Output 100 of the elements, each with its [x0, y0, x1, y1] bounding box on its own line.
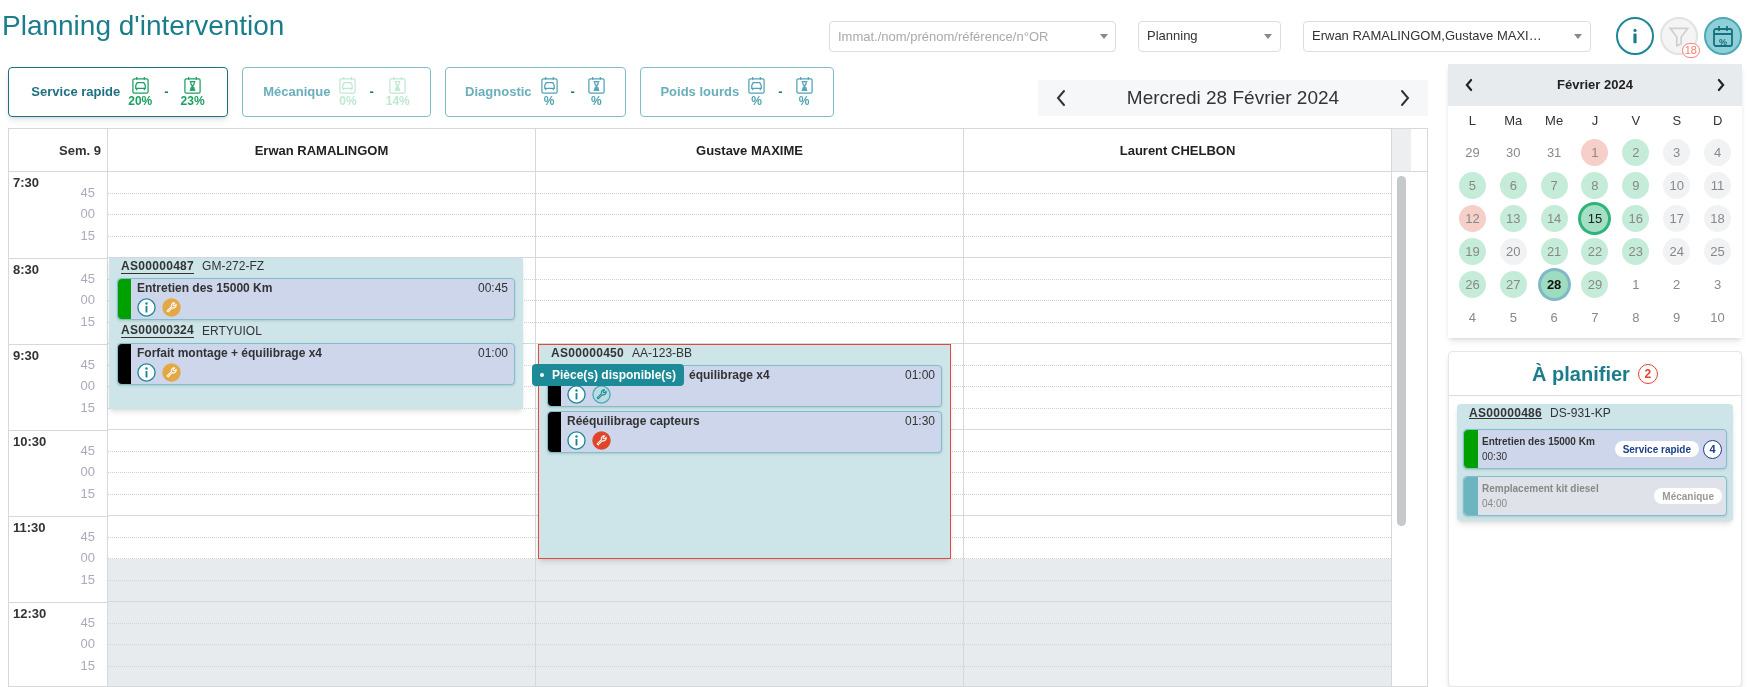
wrench-icon[interactable]: [592, 385, 611, 404]
calendar-day[interactable]: 20: [1499, 238, 1527, 265]
percentage-value: %: [798, 95, 810, 108]
license-plate: DS-931-KP: [1550, 405, 1611, 422]
calendar-day[interactable]: 25: [1704, 238, 1732, 265]
current-date: Mercredi 28 Février 2024: [1126, 85, 1340, 110]
filter-count-badge: 18: [1681, 43, 1700, 58]
order-link[interactable]: AS00000486: [1469, 404, 1543, 422]
calendar-day[interactable]: 27: [1499, 271, 1527, 298]
minute-label: 15: [80, 486, 95, 501]
car-calendar-icon: [539, 76, 559, 95]
calendar-day[interactable]: 31: [1540, 139, 1568, 166]
hourglass-calendar-icon: [586, 76, 606, 95]
percentage-value: %: [543, 95, 555, 108]
calendar-day[interactable]: 1: [1622, 271, 1650, 298]
info-icon[interactable]: [137, 362, 156, 382]
info-icon[interactable]: [137, 298, 156, 317]
task-title: Remplacement kit diesel: [1482, 482, 1600, 496]
hourglass-calendar-icon: [388, 76, 408, 95]
info-button[interactable]: [1616, 17, 1654, 55]
weekday-label: L: [1468, 112, 1477, 131]
calendar-day[interactable]: 9: [1622, 172, 1650, 199]
search-field[interactable]: Immat./nom/prénom/référence/n°OR: [829, 20, 1116, 52]
task-card[interactable]: Entretien des 15000 Km 00:30 Service rapide 4: [1463, 429, 1727, 469]
calendar-day[interactable]: 15: [1581, 205, 1609, 232]
calendar-day[interactable]: 26: [1458, 271, 1486, 298]
info-icon[interactable]: [567, 431, 586, 450]
calendar-day[interactable]: 7: [1581, 304, 1609, 331]
calendar-day[interactable]: 8: [1581, 172, 1609, 199]
calendar-day[interactable]: 3: [1663, 139, 1691, 166]
order-link[interactable]: AS00000487: [121, 258, 195, 274]
scrollbar-thumb[interactable]: [1397, 176, 1406, 526]
minute-label: 45: [80, 271, 95, 286]
calendar-day[interactable]: 2: [1622, 139, 1650, 166]
calendar-day[interactable]: 16: [1622, 205, 1650, 232]
calendar-day[interactable]: 24: [1663, 238, 1691, 265]
page-title: Planning d'intervention: [1, 9, 285, 43]
minute-label: 00: [80, 207, 95, 221]
minute-label: 45: [80, 615, 95, 630]
percentage-value: 20%: [128, 95, 153, 108]
category-card[interactable]: Poids lourds % - %: [640, 67, 834, 117]
calendar-day[interactable]: 30: [1499, 139, 1527, 166]
calendar-day[interactable]: 6: [1499, 172, 1527, 199]
info-icon[interactable]: [567, 385, 586, 404]
calendar-day[interactable]: 2: [1663, 271, 1691, 298]
calendar-day[interactable]: 12: [1458, 205, 1486, 232]
minute-label: 45: [80, 357, 95, 372]
calendar-day[interactable]: 4: [1704, 139, 1732, 166]
appointment-block[interactable]: AS00000324 ERTYUIOL Forfait montage + équilibrage x4 01:00: [109, 322, 523, 409]
appointment-block[interactable]: AS00000487 GM-272-FZ Entretien des 15000 Km 00:45: [109, 258, 523, 323]
hour-label: 12:30: [12, 605, 47, 622]
calendar-day[interactable]: 29: [1581, 271, 1609, 298]
category-card[interactable]: Service rapide 20% - 23%: [8, 67, 228, 117]
previous-day-icon[interactable]: [1054, 88, 1068, 108]
calendar-day[interactable]: 10: [1704, 304, 1732, 331]
calendar-day[interactable]: 7: [1540, 172, 1568, 199]
calendar-day[interactable]: 22: [1581, 238, 1609, 265]
calendar-day[interactable]: 10: [1663, 172, 1691, 199]
minute-label: 15: [80, 572, 95, 587]
count-badge: 4: [1703, 439, 1722, 459]
minute-label: 15: [80, 400, 95, 415]
next-month-icon[interactable]: [1716, 78, 1726, 92]
calendar-day[interactable]: 3: [1704, 271, 1732, 298]
technicians-dropdown[interactable]: Erwan RAMALINGOM,Gustave MAXI…: [1303, 20, 1591, 52]
calendar-button[interactable]: %: [1704, 17, 1742, 55]
calendar-day[interactable]: 13: [1499, 205, 1527, 232]
minute-label: 45: [80, 529, 95, 544]
previous-month-icon[interactable]: [1464, 78, 1474, 92]
calendar-day[interactable]: 19: [1458, 238, 1486, 265]
calendar-day[interactable]: 5: [1458, 172, 1486, 199]
order-link[interactable]: AS00000324: [121, 323, 195, 338]
calendar-day[interactable]: 9: [1663, 304, 1691, 331]
view-dropdown[interactable]: Planning: [1138, 20, 1281, 52]
calendar-day[interactable]: 8: [1622, 304, 1650, 331]
calendar-day[interactable]: 23: [1622, 238, 1650, 265]
task-card[interactable]: Forfait montage + équilibrage x4 01:00: [117, 342, 515, 385]
calendar-day[interactable]: 18: [1704, 205, 1732, 232]
calendar-day[interactable]: 29: [1458, 139, 1486, 166]
calendar-day[interactable]: 21: [1540, 238, 1568, 265]
task-card[interactable]: Entretien des 15000 Km 00:45: [117, 278, 515, 320]
category-card[interactable]: Diagnostic % - %: [445, 67, 626, 117]
calendar-day[interactable]: 1: [1581, 139, 1609, 166]
calendar-day[interactable]: 11: [1704, 172, 1732, 199]
calendar-day[interactable]: 17: [1663, 205, 1691, 232]
wrench-icon[interactable]: [592, 431, 611, 450]
calendar-day[interactable]: 4: [1458, 304, 1486, 331]
calendar-day[interactable]: 14: [1540, 205, 1568, 232]
task-duration: 01:00: [904, 368, 935, 383]
task-card[interactable]: Rééquilibrage capteurs 01:30: [547, 411, 942, 453]
next-day-icon[interactable]: [1398, 88, 1412, 108]
license-plate: GM-272-FZ: [202, 258, 265, 275]
category-label: Service rapide: [31, 83, 121, 102]
minute-label: 00: [80, 379, 95, 393]
hour-label: 11:30: [12, 519, 46, 536]
separator-dash: -: [777, 83, 784, 102]
calendar-day[interactable]: 6: [1540, 304, 1568, 331]
calendar-day[interactable]: 5: [1499, 304, 1527, 331]
task-duration: 01:30: [904, 414, 935, 429]
category-card[interactable]: Mécanique 0% - 14%: [242, 67, 431, 117]
calendar-day[interactable]: 28: [1540, 271, 1568, 298]
